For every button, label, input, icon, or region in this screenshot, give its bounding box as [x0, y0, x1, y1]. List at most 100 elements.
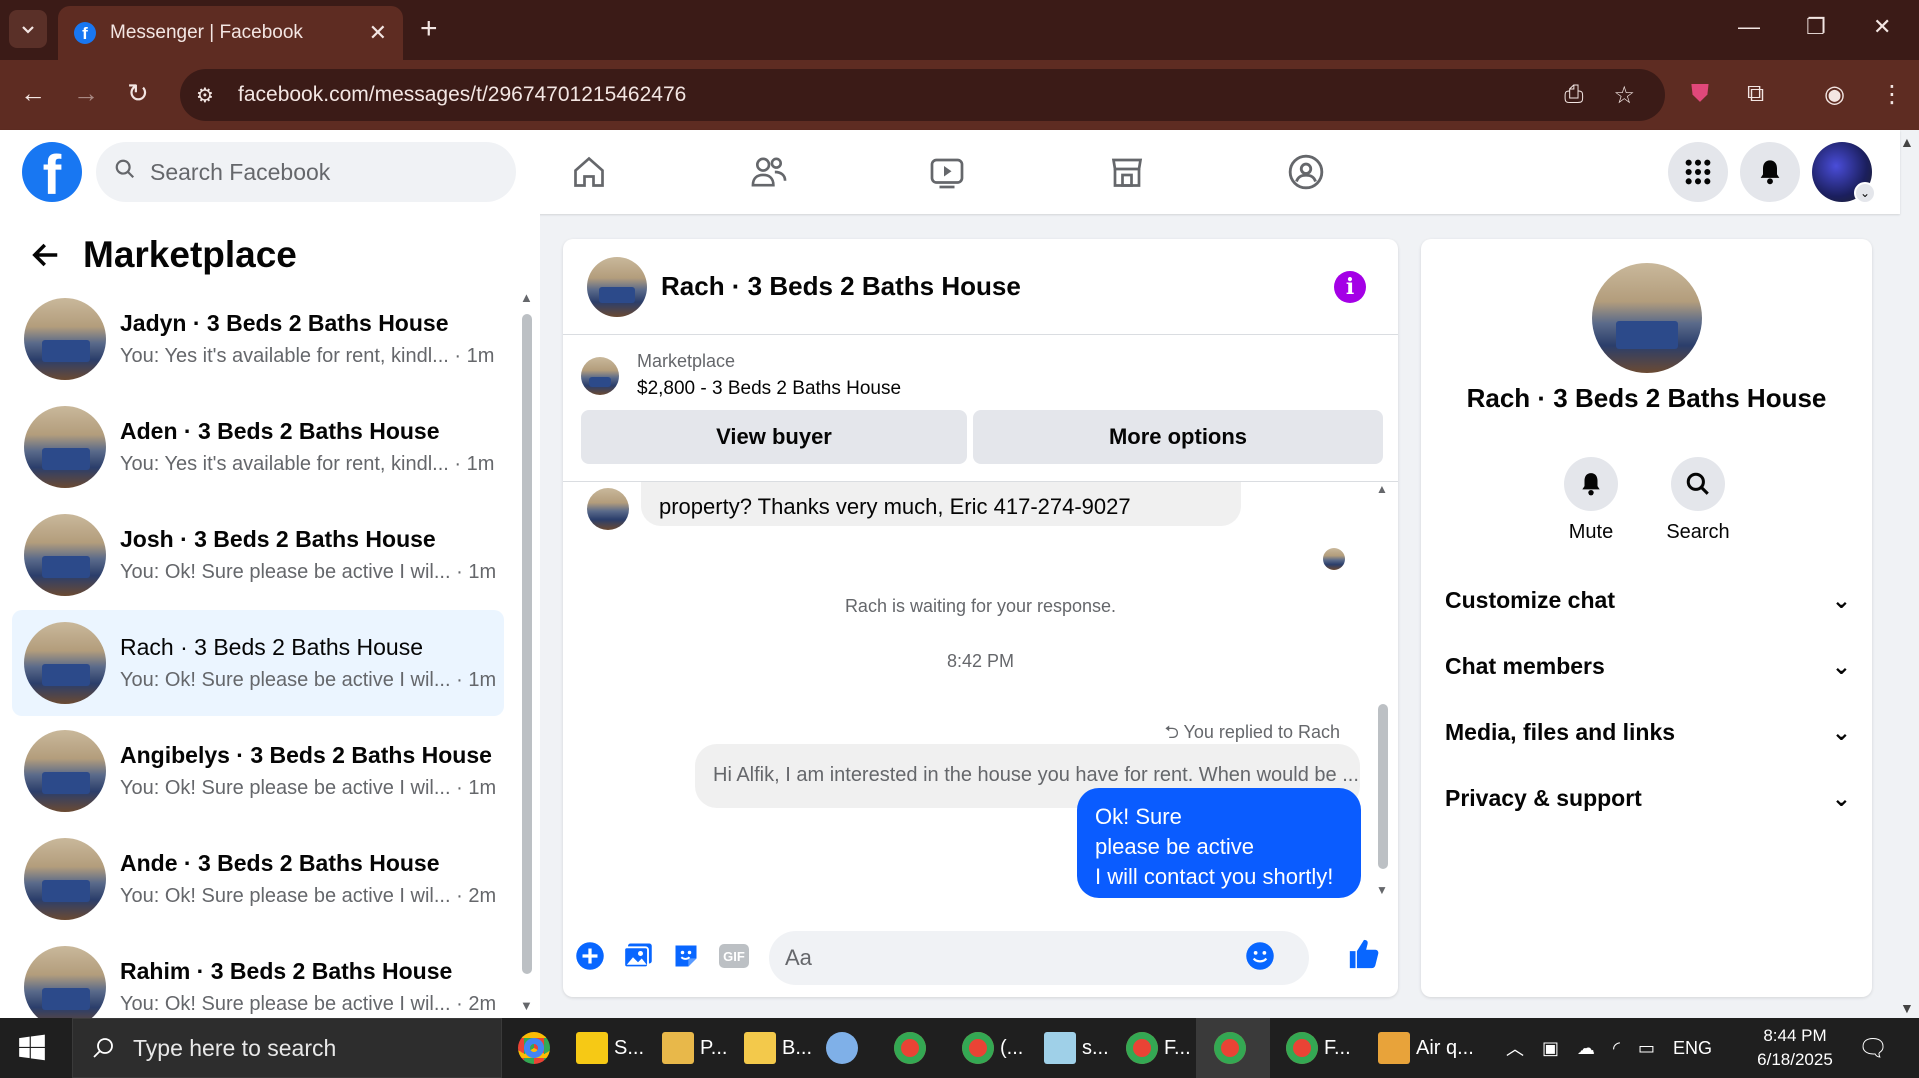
search-in-chat-button[interactable] — [1671, 457, 1725, 511]
sticker-icon[interactable] — [669, 939, 703, 973]
taskbar-app-sticky[interactable]: S... — [568, 1018, 652, 1078]
browser-tab-messenger[interactable]: f Messenger | Facebook ✕ — [58, 6, 403, 60]
tray-wifi-icon[interactable]: ◜ — [1613, 1038, 1620, 1059]
account-chevron-icon[interactable]: ⌄ — [1854, 182, 1876, 204]
mute-button[interactable] — [1564, 457, 1618, 511]
taskbar-search-box[interactable]: Type here to search — [72, 1018, 502, 1078]
chat-header: Rach · 3 Beds 2 Baths House i — [563, 239, 1398, 335]
taskbar-app-chrome-active[interactable] — [1196, 1018, 1270, 1078]
tray-meet-icon[interactable]: ▣ — [1542, 1038, 1559, 1059]
search-action[interactable]: Search — [1658, 457, 1738, 544]
photo-gallery-icon[interactable] — [621, 939, 655, 973]
conversation-item-active[interactable]: Rach · 3 Beds 2 Baths House You: Ok! Sure… — [12, 610, 504, 716]
tab-title: Messenger | Facebook — [110, 22, 303, 43]
sidebar-scrollbar[interactable] — [522, 314, 532, 974]
close-window-button[interactable]: ✕ — [1873, 14, 1891, 40]
sidebar-scroll-up-arrow[interactable]: ▲ — [520, 290, 533, 305]
tray-language[interactable]: ENG — [1673, 1038, 1712, 1059]
page-scroll-down-arrow[interactable]: ▼ — [1900, 1000, 1914, 1016]
listing-thumbnail — [581, 356, 619, 395]
more-options-button[interactable]: More options — [973, 410, 1383, 464]
conversation-item[interactable]: Angibelys · 3 Beds 2 Baths House You: Ok!… — [12, 718, 504, 824]
details-avatar[interactable] — [1592, 263, 1702, 373]
new-tab-button[interactable]: + — [420, 12, 438, 46]
chat-members-row[interactable]: Chat members ⌄ — [1445, 653, 1851, 680]
chat-scroll-up-arrow[interactable]: ▲ — [1376, 482, 1388, 496]
menu-kebab-icon[interactable]: ⋮ — [1880, 80, 1904, 109]
minimize-button[interactable]: — — [1738, 14, 1760, 40]
taskbar-app-chrome-3[interactable]: F... — [1118, 1018, 1199, 1078]
gif-icon[interactable]: GIF — [717, 939, 751, 973]
video-nav-icon[interactable] — [923, 150, 971, 194]
conversation-item[interactable]: Aden · 3 Beds 2 Baths House You: Yes it's… — [12, 394, 504, 500]
groups-nav-icon[interactable] — [1282, 150, 1330, 194]
conversation-item[interactable]: Ande · 3 Beds 2 Baths House You: Ok! Sure… — [12, 826, 504, 932]
system-tray[interactable]: ︿ ▣ ☁ ◜ ▭ ENG — [1506, 1018, 1730, 1078]
emoji-icon[interactable] — [1245, 941, 1275, 976]
listing-thumbnail — [24, 406, 106, 488]
back-arrow-icon[interactable] — [30, 240, 62, 279]
bookmark-star-icon[interactable]: ☆ — [1613, 81, 1635, 110]
taskbar-app-paint[interactable] — [818, 1018, 872, 1078]
sidebar-scroll-down-arrow[interactable]: ▼ — [520, 998, 533, 1013]
details-name: Rach · 3 Beds 2 Baths House — [1466, 383, 1827, 413]
tab-search-dropdown-button[interactable] — [9, 10, 47, 48]
conversation-item[interactable]: Jadyn · 3 Beds 2 Baths House You: Yes it'… — [12, 286, 504, 392]
marketplace-nav-icon[interactable] — [1103, 150, 1151, 194]
menu-grid-button[interactable] — [1668, 142, 1728, 202]
notification-center-icon[interactable]: 🗨 — [1858, 1018, 1888, 1078]
media-files-links-row[interactable]: Media, files and links ⌄ — [1445, 719, 1851, 746]
install-app-icon[interactable]: ⎙ — [1564, 81, 1583, 109]
windows-start-icon[interactable] — [18, 1034, 46, 1067]
tray-battery-icon[interactable]: ▭ — [1638, 1038, 1655, 1059]
facebook-logo-icon[interactable]: f — [22, 142, 82, 202]
site-settings-icon[interactable]: ⚙ — [196, 83, 226, 108]
home-nav-icon[interactable] — [565, 150, 613, 194]
plus-circle-icon[interactable] — [573, 939, 607, 973]
listing-card[interactable]: Marketplace $2,800 - 3 Beds 2 Baths Hous… — [581, 351, 901, 400]
taskbar-app-explorer-p[interactable]: P... — [654, 1018, 735, 1078]
facebook-header: f ⌄ — [0, 130, 1900, 214]
chat-scrollbar[interactable] — [1378, 704, 1388, 869]
taskbar-clock[interactable]: 8:44 PM 6/18/2025 — [1740, 1024, 1850, 1072]
mute-action[interactable]: Mute — [1551, 457, 1631, 544]
back-button[interactable]: ← — [20, 78, 46, 109]
listing-thumbnail — [24, 622, 106, 704]
notifications-button[interactable] — [1740, 142, 1800, 202]
info-icon[interactable]: i — [1334, 271, 1366, 303]
facebook-search-input[interactable] — [150, 158, 470, 186]
taskbar-app-chrome-4[interactable]: F... — [1278, 1018, 1359, 1078]
tray-chevron-up-icon[interactable]: ︿ — [1506, 1035, 1524, 1061]
thumbs-up-icon[interactable] — [1347, 937, 1381, 971]
customize-chat-row[interactable]: Customize chat ⌄ — [1445, 587, 1851, 614]
taskbar-app-chrome-1[interactable] — [886, 1018, 940, 1078]
view-buyer-button[interactable]: View buyer — [581, 410, 967, 464]
conversation-item[interactable]: Josh · 3 Beds 2 Baths House You: Ok! Sure… — [12, 502, 504, 608]
facebook-search[interactable] — [96, 142, 516, 202]
chat-avatar[interactable] — [587, 256, 647, 317]
taskbar-app-notepad[interactable]: s... — [1036, 1018, 1117, 1078]
chat-title[interactable]: Rach · 3 Beds 2 Baths House — [661, 271, 1021, 302]
forward-button[interactable]: → — [73, 78, 99, 109]
restore-button[interactable]: ❐ — [1806, 14, 1826, 40]
extensions-puzzle-icon[interactable]: ⧉ — [1747, 80, 1764, 108]
friends-nav-icon[interactable] — [745, 150, 793, 194]
message-input-box[interactable] — [769, 931, 1309, 985]
taskbar-app-explorer-b[interactable]: B... — [736, 1018, 820, 1078]
reload-button[interactable]: ↻ — [127, 78, 149, 109]
ublock-extension-icon[interactable]: ⛊ — [1691, 80, 1709, 108]
address-bar[interactable]: ⚙ facebook.com/messages/t/29674701215462… — [180, 69, 1665, 121]
url-text[interactable]: facebook.com/messages/t/2967470121546247… — [238, 83, 1564, 107]
chevron-down-icon — [22, 26, 34, 34]
taskbar-chrome[interactable] — [510, 1018, 564, 1078]
profile-icon[interactable]: ◉ — [1824, 80, 1845, 109]
taskbar-weather[interactable]: Air q... — [1370, 1018, 1482, 1078]
page-scroll-up-arrow[interactable]: ▲ — [1900, 134, 1914, 150]
message-input[interactable] — [785, 945, 1245, 971]
browser-toolbar: ← → ↻ ⚙ facebook.com/messages/t/29674701… — [0, 60, 1919, 130]
close-tab-icon[interactable]: ✕ — [369, 20, 387, 46]
taskbar-app-chrome-2[interactable]: (... — [954, 1018, 1031, 1078]
chat-scroll-down-arrow[interactable]: ▼ — [1376, 883, 1388, 897]
privacy-support-row[interactable]: Privacy & support ⌄ — [1445, 785, 1851, 812]
tray-cloud-icon[interactable]: ☁ — [1577, 1038, 1595, 1059]
